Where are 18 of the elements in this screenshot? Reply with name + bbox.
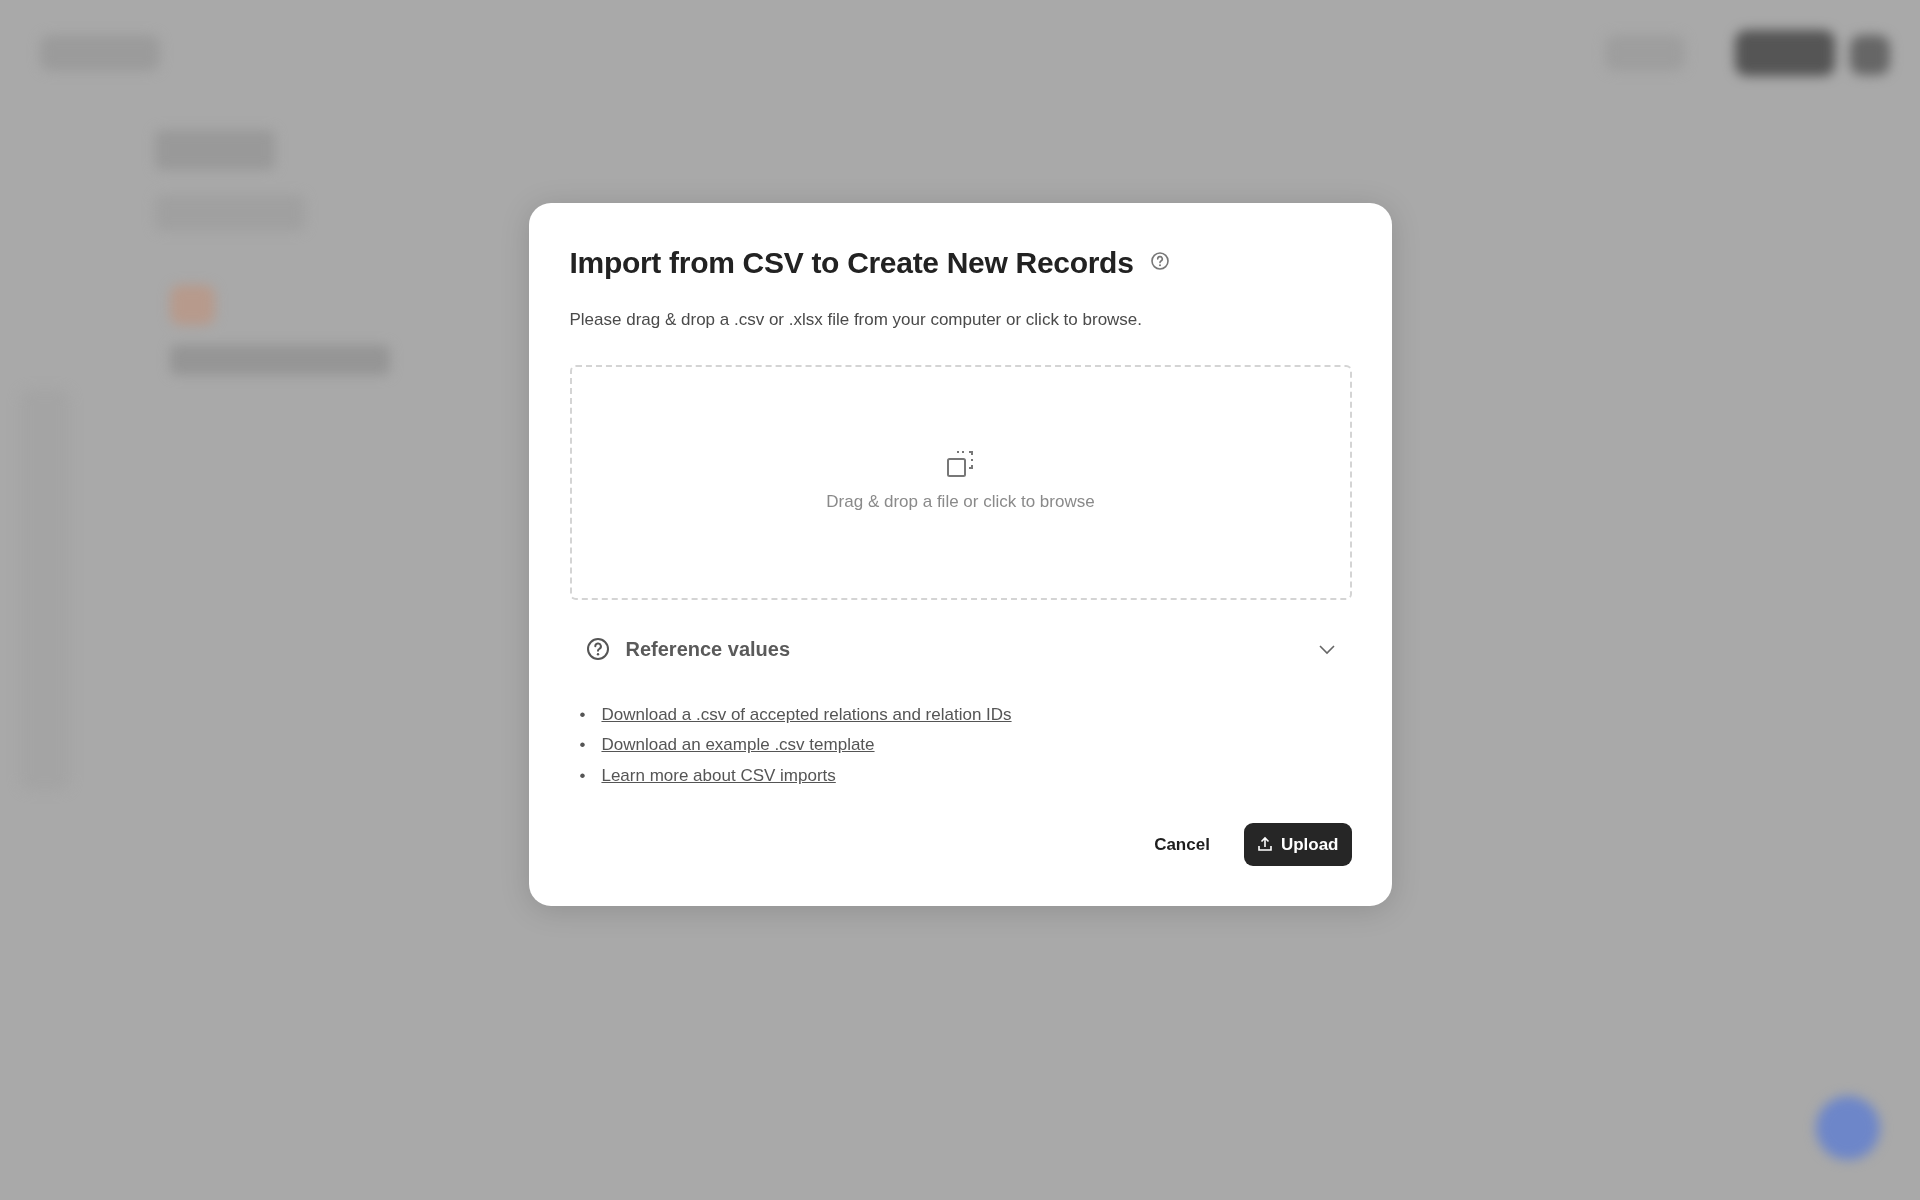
dropzone-text: Drag & drop a file or click to browse	[826, 491, 1095, 514]
cancel-button[interactable]: Cancel	[1138, 823, 1226, 865]
dialog-title: Import from CSV to Create New Records	[569, 245, 1134, 281]
file-dropzone[interactable]: Drag & drop a file or click to browse	[569, 364, 1352, 600]
instructions-text: Please drag & drop a .csv or .xlsx file from your computer or click to browse.	[569, 309, 1144, 331]
reference-link[interactable]: Learn more about CSV imports	[601, 760, 836, 791]
help-icon	[585, 636, 610, 661]
reference-values-toggle[interactable]: Reference values	[569, 623, 1352, 674]
bullet: •	[579, 764, 586, 787]
reference-link[interactable]: Download an example .csv template	[601, 730, 875, 761]
reference-link[interactable]: Download a .csv of accepted relations and relation IDs	[601, 699, 1012, 730]
bullet: •	[579, 734, 586, 756]
bullet: •	[579, 703, 586, 726]
upload-icon	[1256, 836, 1273, 853]
chevron-down-icon	[1317, 642, 1336, 655]
upload-button[interactable]: Upload	[1243, 822, 1352, 866]
help-icon[interactable]	[1149, 251, 1170, 271]
file-drop-icon	[945, 449, 976, 480]
